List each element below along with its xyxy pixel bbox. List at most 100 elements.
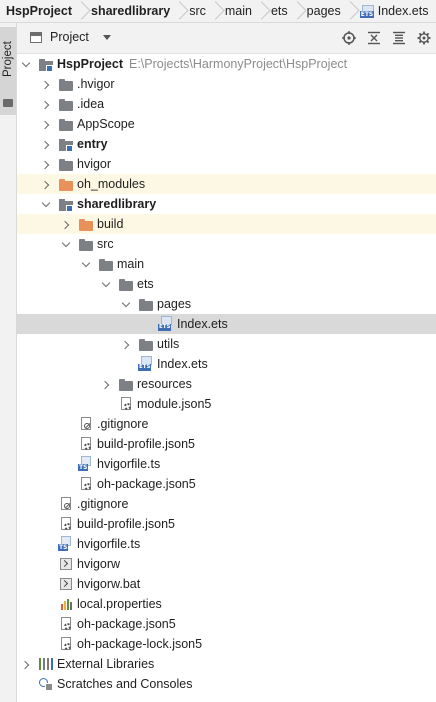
tree-row[interactable]: ets [17, 274, 436, 294]
chevron-right-icon[interactable] [101, 380, 110, 389]
tree-item-label: oh-package-lock.json5 [77, 637, 203, 651]
ts-file-icon: TS [78, 456, 94, 472]
tree-item-label: .gitignore [97, 417, 149, 431]
tree-row[interactable]: build-profile.json5 [17, 434, 436, 454]
tree-row[interactable]: oh-package-lock.json5 [17, 634, 436, 654]
tree-row[interactable]: TS hvigorfile.ts [17, 534, 436, 554]
tree-row[interactable]: utils [17, 334, 436, 354]
tree-item-label: Scratches and Consoles [57, 677, 193, 691]
collapse-all-icon[interactable] [365, 29, 382, 46]
tree-row[interactable]: External Libraries [17, 654, 436, 674]
external-libraries-icon [38, 656, 54, 672]
chevron-down-icon[interactable] [41, 200, 50, 209]
tree-row[interactable]: pages [17, 294, 436, 314]
tree-row[interactable]: Scratches and Consoles [17, 674, 436, 694]
json5-file-icon [58, 516, 74, 532]
tree-item-label: resources [137, 377, 192, 391]
gear-icon[interactable] [415, 29, 432, 46]
tree-row[interactable]: hvigorw.bat [17, 574, 436, 594]
tree-row[interactable]: oh_modules [17, 174, 436, 194]
folder-icon [118, 376, 134, 392]
chevron-right-icon[interactable] [41, 160, 50, 169]
folder-orange-icon [58, 176, 74, 192]
chevron-right-icon[interactable] [21, 660, 30, 669]
tree-row[interactable]: oh-package.json5 [17, 614, 436, 634]
tree-row[interactable]: local.properties [17, 594, 436, 614]
terminal-file-icon [58, 556, 74, 572]
tree-row[interactable]: build-profile.json5 [17, 514, 436, 534]
project-panel-header: Project [17, 23, 436, 54]
folder-icon [98, 256, 114, 272]
folder-orange-icon [78, 216, 94, 232]
breadcrumb: HspProject sharedlibrary src main ets pages ET… [0, 0, 436, 23]
breadcrumb-separator [346, 0, 354, 22]
tree-row[interactable]: sharedlibrary [17, 194, 436, 214]
tree-row[interactable]: TS hvigorfile.ts [17, 454, 436, 474]
scratches-icon [38, 676, 54, 692]
settings-file-icon [78, 476, 94, 492]
breadcrumb-item[interactable]: sharedlibrary [85, 4, 175, 18]
expand-all-icon[interactable] [390, 29, 407, 46]
chevron-right-icon[interactable] [61, 220, 70, 229]
tree-row[interactable]: ETS Index.ets [17, 314, 436, 334]
breadcrumb-item[interactable]: main [219, 4, 257, 18]
folder-icon [58, 76, 74, 92]
tree-row[interactable]: resources [17, 374, 436, 394]
tree-row[interactable]: src [17, 234, 436, 254]
tree-row[interactable]: module.json5 [17, 394, 436, 414]
tree-row[interactable]: .gitignore [17, 414, 436, 434]
folder-icon [58, 96, 74, 112]
tree-row[interactable]: .gitignore [17, 494, 436, 514]
chevron-right-icon[interactable] [41, 120, 50, 129]
chevron-right-icon[interactable] [41, 180, 50, 189]
tree-row[interactable]: HspProject E:\Projects\HarmonyProject\Hsp… [17, 54, 436, 74]
tree-row[interactable]: hvigorw [17, 554, 436, 574]
tree-row[interactable]: AppScope [17, 114, 436, 134]
chevron-right-icon[interactable] [41, 100, 50, 109]
json5-file-icon [78, 436, 94, 452]
breadcrumb-label: HspProject [6, 4, 72, 18]
tree-row[interactable]: ETS Index.ets [17, 354, 436, 374]
settings-file-icon [58, 616, 74, 632]
ets-file-icon: ETS [158, 316, 174, 332]
chevron-right-icon[interactable] [121, 340, 130, 349]
chevron-right-icon[interactable] [41, 140, 50, 149]
tree-row[interactable]: oh-package.json5 [17, 474, 436, 494]
breadcrumb-item[interactable]: ETS Index.ets [354, 4, 434, 18]
tree-item-label: oh-package.json5 [97, 477, 196, 491]
tree-item-label: .hvigor [77, 77, 115, 91]
breadcrumb-label: Index.ets [377, 4, 429, 18]
tree-row[interactable]: build [17, 214, 436, 234]
folder-module-icon [58, 196, 74, 212]
tree-item-label: local.properties [77, 597, 162, 611]
tree-item-label: entry [77, 137, 108, 151]
chevron-down-icon[interactable] [61, 240, 70, 249]
tree-item-label: ets [137, 277, 154, 291]
chevron-down-icon[interactable] [81, 260, 90, 269]
project-view-selector[interactable]: Project [30, 30, 111, 44]
tree-row[interactable]: entry [17, 134, 436, 154]
folder-module-icon [38, 56, 54, 72]
ets-file-icon: ETS [138, 356, 154, 372]
breadcrumb-item[interactable]: pages [301, 4, 346, 18]
properties-file-icon [58, 596, 74, 612]
tree-row[interactable]: hvigor [17, 154, 436, 174]
tree-row[interactable]: .hvigor [17, 74, 436, 94]
chevron-right-icon[interactable] [41, 80, 50, 89]
tree-row[interactable]: .idea [17, 94, 436, 114]
tree-item-label: utils [157, 337, 180, 351]
tree-item-label: hvigorfile.ts [97, 457, 161, 471]
breadcrumb-item[interactable]: HspProject [0, 4, 77, 18]
chevron-down-icon[interactable] [101, 280, 110, 289]
tree-item-label: build [97, 217, 124, 231]
folder-icon [58, 116, 74, 132]
chevron-down-icon[interactable] [121, 300, 130, 309]
settings-file-icon [58, 636, 74, 652]
breadcrumb-separator [77, 0, 85, 22]
tree-item-label: main [117, 257, 145, 271]
chevron-down-icon[interactable] [21, 60, 30, 69]
locate-target-icon[interactable] [340, 29, 357, 46]
project-tool-tab[interactable]: Project [0, 27, 16, 115]
tree-row[interactable]: main [17, 254, 436, 274]
ts-file-icon: TS [58, 536, 74, 552]
